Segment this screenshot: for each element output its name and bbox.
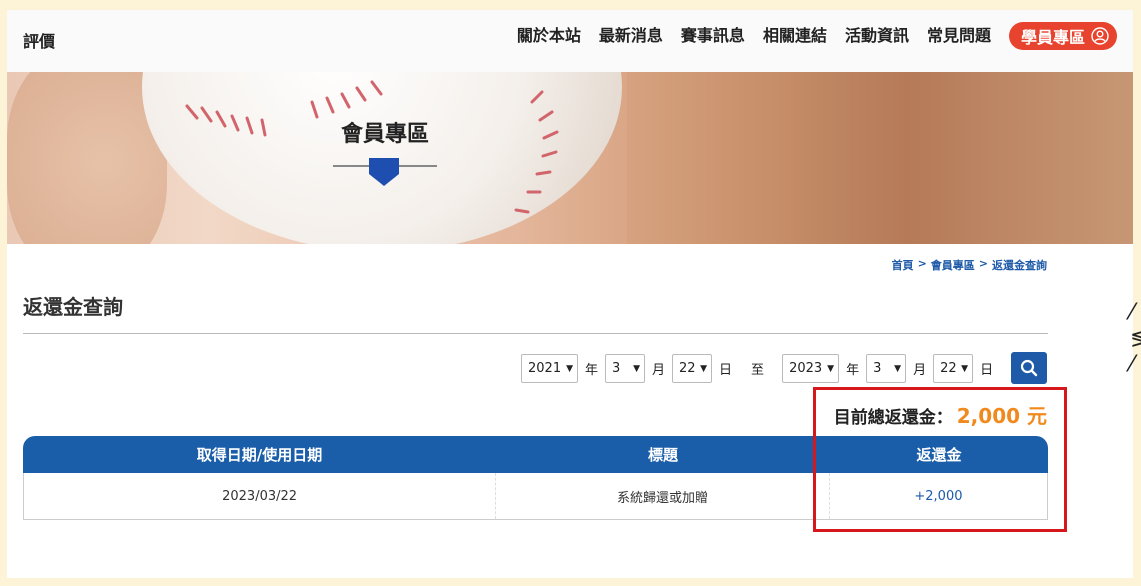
nav-links: 關於本站 最新消息 賽事訊息 相關連結 活動資訊 常見問題 學員專區 [499,22,1117,50]
site-name[interactable]: 評價 [23,28,55,52]
nav-link-faq[interactable]: 常見問題 [927,22,991,50]
breadcrumb-separator: > [978,257,988,270]
top-navigation: 評價 關於本站 最新消息 賽事訊息 相關連結 活動資訊 常見問題 學員專區 [7,10,1133,72]
cell-title: 系統歸還或加贈 [496,473,830,519]
year-unit-label: 年 [585,363,599,378]
hero-banner: 會員專區 [7,72,1133,244]
nav-link-about[interactable]: 關於本站 [517,22,581,50]
member-area-label: 學員專區 [1020,28,1085,47]
day-unit-label: 日 [719,363,733,378]
start-day-value: 22 [679,361,696,376]
page: 評價 關於本站 最新消息 賽事訊息 相關連結 活動資訊 常見問題 學員專區 會員… [7,10,1133,578]
chevron-down-icon: ▼ [633,363,641,374]
nav-link-news[interactable]: 最新消息 [599,22,663,50]
chevron-down-icon: ▼ [827,363,835,374]
end-year-value: 2023 [789,361,823,376]
end-month-value: 3 [873,361,882,376]
start-year-select[interactable]: 2021 ▼ [521,354,578,383]
edge-decoration: ⁄ ≶ ⁄ [1130,300,1141,377]
hero-background [627,72,1133,244]
page-title: 返還金查詢 [23,295,123,319]
chevron-down-icon: ▼ [566,363,573,374]
nav-link-activities[interactable]: 活動資訊 [845,22,909,50]
end-month-select[interactable]: 3 ▼ [866,354,907,383]
column-header-date: 取得日期/使用日期 [196,446,323,464]
column-header-title: 標題 [647,446,678,464]
chevron-down-icon: ▼ [894,363,902,374]
nav-link-related[interactable]: 相關連結 [763,22,827,50]
breadcrumb-current[interactable]: 返還金查詢 [992,257,1047,273]
search-icon [1020,359,1038,377]
month-unit-label: 月 [652,363,666,378]
end-day-value: 22 [940,361,957,376]
highlight-box [813,387,1067,532]
nav-link-events[interactable]: 賽事訊息 [681,22,745,50]
hero-marker-icon [369,158,399,186]
date-range-filter: 2021 ▼ 年 3 ▼ 月 22 ▼ 日 至 2023 ▼ 年 3 ▼ 月 22 ▼ 日 [521,352,1000,385]
breadcrumb-member-area[interactable]: 會員專區 [931,257,975,273]
cell-date: 2023/03/22 [24,473,497,519]
chevron-down-icon: ▼ [700,363,708,374]
user-circle-icon [1091,27,1109,45]
breadcrumb-home[interactable]: 首頁 [892,257,914,273]
month-unit-label: 月 [913,363,927,378]
start-month-value: 3 [612,361,621,376]
year-unit-label: 年 [846,363,860,378]
start-month-select[interactable]: 3 ▼ [605,354,646,383]
member-area-button[interactable]: 學員專區 [1008,22,1117,50]
hero-title: 會員專區 [340,122,429,147]
title-divider [23,333,1048,334]
search-button[interactable] [1011,352,1047,384]
end-year-select[interactable]: 2023 ▼ [782,354,840,383]
start-day-select[interactable]: 22 ▼ [672,354,713,383]
end-day-select[interactable]: 22 ▼ [933,354,974,383]
breadcrumb: 首頁 > 會員專區 > 返還金查詢 [892,257,1047,273]
day-unit-label: 日 [980,363,994,378]
breadcrumb-separator: > [917,257,927,270]
chevron-down-icon: ▼ [961,363,969,374]
to-label: 至 [751,363,765,378]
start-year-value: 2021 [528,361,562,376]
